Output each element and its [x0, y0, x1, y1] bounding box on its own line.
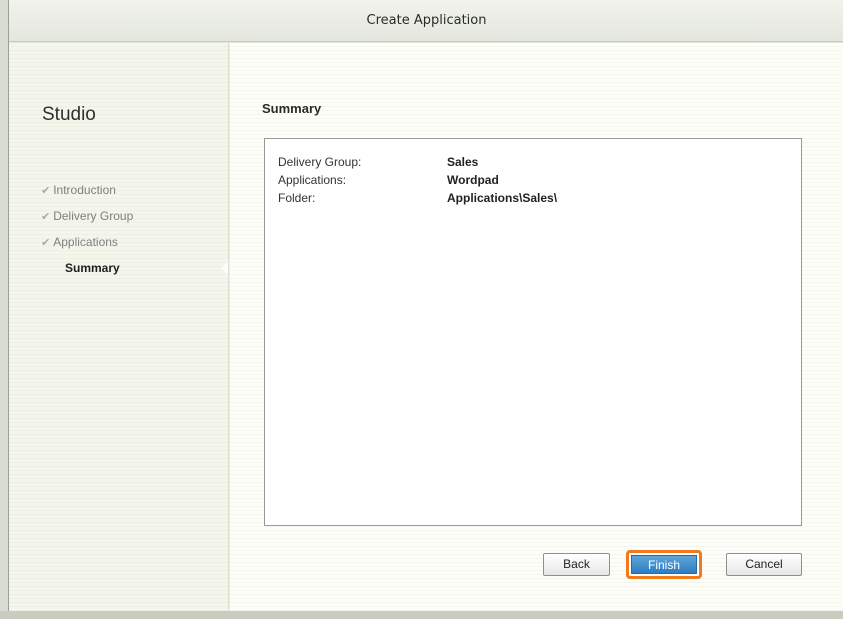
summary-value: Sales — [447, 155, 479, 169]
page-title: Summary — [262, 101, 322, 116]
checkmark-icon: ✔ — [41, 185, 51, 197]
step-introduction: ✔ Introduction — [41, 183, 133, 209]
wizard-sidebar: Studio ✔ Introduction ✔ Delivery Group ✔ Ap… — [9, 43, 228, 611]
finish-button[interactable]: Finish — [626, 550, 702, 579]
finish-button-label: Finish — [631, 555, 697, 574]
sidebar-divider — [228, 43, 230, 611]
step-label: Summary — [65, 261, 120, 275]
summary-label: Delivery Group: — [278, 155, 362, 169]
window-title: Create Application — [366, 13, 487, 28]
cancel-button[interactable]: Cancel — [726, 553, 802, 576]
current-step-pointer-icon — [221, 261, 228, 275]
create-application-window: Create Application Studio ✔ Introduction … — [8, 0, 843, 611]
summary-panel: Delivery Group: Sales Applications: Word… — [264, 138, 802, 526]
back-button[interactable]: Back — [543, 553, 610, 576]
step-delivery-group: ✔ Delivery Group — [41, 209, 133, 235]
wizard-body: Studio ✔ Introduction ✔ Delivery Group ✔ Ap… — [9, 43, 843, 611]
app-name: Studio — [42, 104, 96, 125]
step-label: Introduction — [53, 183, 116, 197]
summary-label: Folder: — [278, 191, 316, 205]
wizard-steps: ✔ Introduction ✔ Delivery Group ✔ Applicati… — [41, 183, 133, 287]
step-label: Applications — [53, 235, 118, 249]
step-summary: Summary — [41, 261, 133, 287]
checkmark-icon: ✔ — [41, 211, 51, 223]
summary-value: Applications\Sales\ — [447, 191, 558, 205]
step-label: Delivery Group — [53, 209, 134, 223]
checkmark-icon: ✔ — [41, 237, 51, 249]
summary-label: Applications: — [278, 173, 347, 187]
title-bar[interactable]: Create Application — [9, 0, 843, 42]
step-applications: ✔ Applications — [41, 235, 133, 261]
window-bottom-edge — [0, 611, 843, 619]
summary-value: Wordpad — [447, 173, 499, 187]
